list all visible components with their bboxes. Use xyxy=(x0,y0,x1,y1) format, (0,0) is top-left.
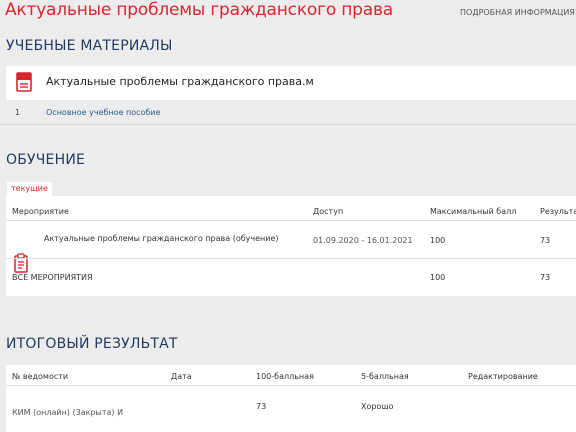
material-link[interactable]: Основное учебное пособие xyxy=(46,108,161,117)
materials-section-title: УЧЕБНЫЕ МАТЕРИАЛЫ xyxy=(6,38,173,54)
page-title: Актуальные проблемы гражданского права xyxy=(5,0,393,20)
training-table: Мероприятие Доступ Максимальный балл Рез… xyxy=(6,196,576,296)
column-header-score5: 5-балльная xyxy=(361,372,409,381)
column-header-access: Доступ xyxy=(313,207,344,216)
tab-current[interactable]: текущие xyxy=(7,182,52,196)
total-max-score: 100 xyxy=(430,273,446,282)
clipboard-icon xyxy=(14,253,28,273)
table-divider xyxy=(6,258,576,259)
final-section-title: ИТОГОВЫЙ РЕЗУЛЬТАТ xyxy=(6,336,178,352)
event-max-score: 100 xyxy=(430,236,446,245)
material-row-number: 1 xyxy=(15,108,21,117)
material-card[interactable]: Актуальные проблемы гражданского права.м xyxy=(6,66,576,100)
column-header-date: Дата xyxy=(171,372,192,381)
score-5: Хорошо xyxy=(361,402,394,411)
column-header-edit: Редактирование xyxy=(468,372,538,381)
event-result: 73 xyxy=(540,236,551,245)
column-header-score100: 100-балльная xyxy=(256,372,314,381)
total-result: 73 xyxy=(540,273,551,282)
column-header-max-score: Максимальный балл xyxy=(430,207,517,216)
column-header-result: Результат xyxy=(540,207,576,216)
divider xyxy=(0,124,576,125)
training-section-title: ОБУЧЕНИЕ xyxy=(6,152,86,168)
column-header-sheet: № ведомости xyxy=(12,372,69,381)
event-name[interactable]: Актуальные проблемы гражданского права (… xyxy=(44,234,279,243)
details-link[interactable]: ПОДРОБНАЯ ИНФОРМАЦИЯ xyxy=(460,8,575,17)
total-label: ВСЕ МЕРОПРИЯТИЯ xyxy=(12,273,93,282)
event-access-dates: 01.09.2020 - 16.01.2021 xyxy=(313,236,413,245)
score-100: 73 xyxy=(256,402,267,411)
final-results-table: № ведомости Дата 100-балльная 5-балльная… xyxy=(6,365,576,432)
column-header-event: Мероприятие xyxy=(12,207,69,216)
sheet-name: КИМ (онлайн) (Закрыта) И xyxy=(12,408,124,417)
material-title: Актуальные проблемы гражданского права.м xyxy=(46,75,314,88)
book-icon xyxy=(16,72,32,92)
